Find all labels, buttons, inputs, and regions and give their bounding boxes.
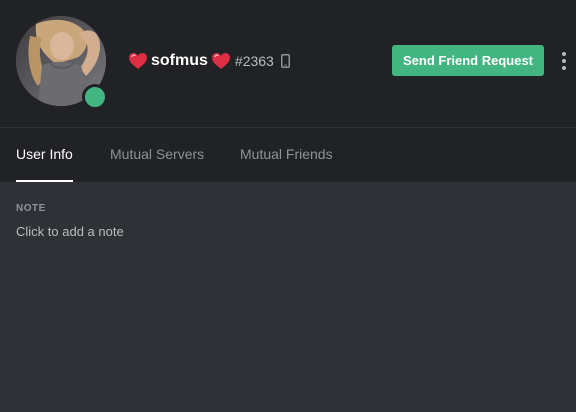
tab-user-info[interactable]: User Info: [16, 128, 73, 182]
more-vertical-icon[interactable]: [557, 50, 571, 72]
note-input[interactable]: Click to add a note: [16, 224, 124, 239]
user-profile-modal: sofmus #2363 Send Friend Request User In…: [0, 0, 576, 412]
user-info-panel: NOTE Click to add a note: [0, 182, 576, 412]
profile-tab-bar: User Info Mutual Servers Mutual Friends: [0, 127, 576, 182]
online-status-indicator: [82, 84, 108, 110]
send-friend-request-button[interactable]: Send Friend Request: [392, 45, 544, 76]
heart-icon: [211, 53, 230, 69]
username[interactable]: sofmus: [151, 52, 208, 70]
heart-icon: [129, 53, 147, 69]
tab-mutual-servers[interactable]: Mutual Servers: [110, 128, 204, 182]
mobile-phone-icon: [280, 54, 290, 68]
profile-header: sofmus #2363 Send Friend Request: [0, 0, 576, 127]
tab-mutual-friends[interactable]: Mutual Friends: [240, 128, 333, 182]
avatar-container[interactable]: [16, 16, 108, 110]
username-row: sofmus #2363: [128, 50, 290, 72]
discriminator: #2363: [234, 53, 274, 69]
note-label: NOTE: [16, 203, 46, 214]
